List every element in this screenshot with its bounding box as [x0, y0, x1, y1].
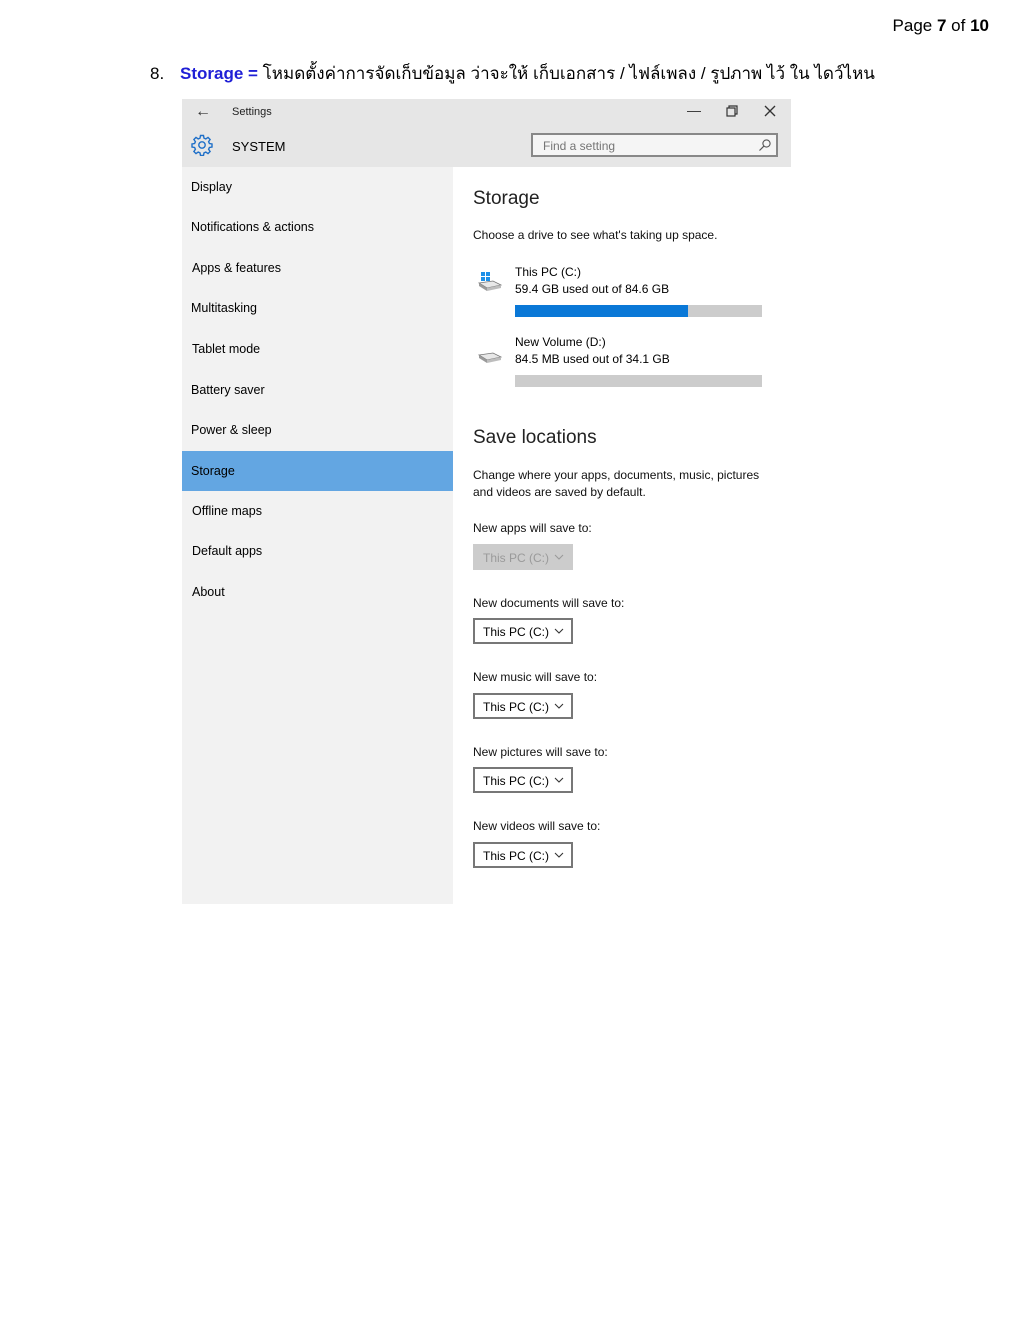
section-heading: 8. Storage = โหมดตั้งค่าการจัดเก็บข้อมูล … — [150, 60, 875, 87]
sidebar-item-default-apps[interactable]: Default apps — [182, 531, 453, 571]
apps-save-dropdown: This PC (C:) — [473, 544, 573, 570]
main-content: Storage Choose a drive to see what's tak… — [453, 167, 791, 904]
sidebar-item-about[interactable]: About — [182, 572, 453, 612]
chevron-down-icon — [554, 777, 564, 783]
drive-c-usage: 59.4 GB used out of 84.6 GB — [515, 282, 670, 296]
chevron-down-icon — [554, 852, 564, 858]
heading-text: โหมดตั้งค่าการจัดเก็บข้อมูล ว่าจะให้ เก็… — [257, 64, 875, 83]
windows-drive-icon[interactable] — [477, 271, 503, 291]
chevron-down-icon — [554, 554, 564, 560]
apps-save-label: New apps will save to: — [473, 521, 592, 535]
storage-description: Choose a drive to see what's taking up s… — [473, 228, 718, 242]
drive-icon[interactable] — [477, 347, 503, 367]
save-locations-title: Save locations — [473, 427, 597, 448]
drive-d-usage-bar — [515, 375, 762, 387]
pictures-save-label: New pictures will save to: — [473, 745, 608, 759]
gear-icon — [191, 134, 213, 156]
save-locations-description-line1: Change where your apps, documents, music… — [473, 468, 760, 482]
page-number: Page 7 of 10 — [892, 16, 989, 35]
pictures-save-dropdown[interactable]: This PC (C:) — [473, 767, 573, 793]
title-bar: ← Settings — SYSTEM — [182, 99, 791, 167]
heading-keyword: Storage = — [180, 64, 258, 83]
chevron-down-icon — [554, 703, 564, 709]
documents-save-dropdown[interactable]: This PC (C:) — [473, 618, 573, 644]
close-icon[interactable] — [764, 104, 776, 120]
drive-c-usage-fill — [515, 305, 689, 317]
settings-window: ← Settings — SYSTEM Display Notification… — [182, 99, 791, 904]
sidebar-item-multitasking[interactable]: Multitasking — [182, 288, 453, 328]
sidebar-item-tablet-mode[interactable]: Tablet mode — [182, 329, 453, 369]
section-title: SYSTEM — [232, 139, 286, 154]
minimize-icon[interactable]: — — [687, 102, 701, 118]
sidebar: Display Notifications & actions Apps & f… — [182, 167, 453, 904]
drive-c-usage-bar — [515, 305, 762, 317]
drive-d-name[interactable]: New Volume (D:) — [515, 335, 606, 349]
videos-save-label: New videos will save to: — [473, 819, 601, 833]
search-icon[interactable] — [758, 138, 772, 152]
sidebar-item-power-sleep[interactable]: Power & sleep — [182, 410, 453, 450]
restore-icon[interactable] — [726, 104, 738, 120]
storage-title: Storage — [473, 188, 540, 209]
back-arrow-icon[interactable]: ← — [195, 103, 211, 121]
sidebar-item-battery-saver[interactable]: Battery saver — [182, 370, 453, 410]
sidebar-item-storage[interactable]: Storage — [182, 451, 453, 491]
music-save-label: New music will save to: — [473, 670, 598, 684]
drive-c-name[interactable]: This PC (C:) — [515, 265, 581, 279]
chevron-down-icon — [554, 628, 564, 634]
sidebar-item-offline-maps[interactable]: Offline maps — [182, 491, 453, 531]
music-save-dropdown[interactable]: This PC (C:) — [473, 693, 573, 719]
videos-save-dropdown[interactable]: This PC (C:) — [473, 842, 573, 868]
heading-number: 8. — [150, 64, 165, 83]
drive-d-usage: 84.5 MB used out of 34.1 GB — [515, 352, 670, 366]
save-locations-description-line2: and videos are saved by default. — [473, 485, 646, 499]
search-input[interactable] — [541, 138, 755, 154]
search-box[interactable] — [531, 133, 778, 157]
page-total: 10 — [970, 16, 989, 35]
documents-save-label: New documents will save to: — [473, 596, 625, 610]
window-title: Settings — [232, 106, 272, 118]
sidebar-item-apps-features[interactable]: Apps & features — [182, 248, 453, 288]
sidebar-item-display[interactable]: Display — [182, 167, 453, 207]
sidebar-item-notifications[interactable]: Notifications & actions — [182, 207, 453, 247]
